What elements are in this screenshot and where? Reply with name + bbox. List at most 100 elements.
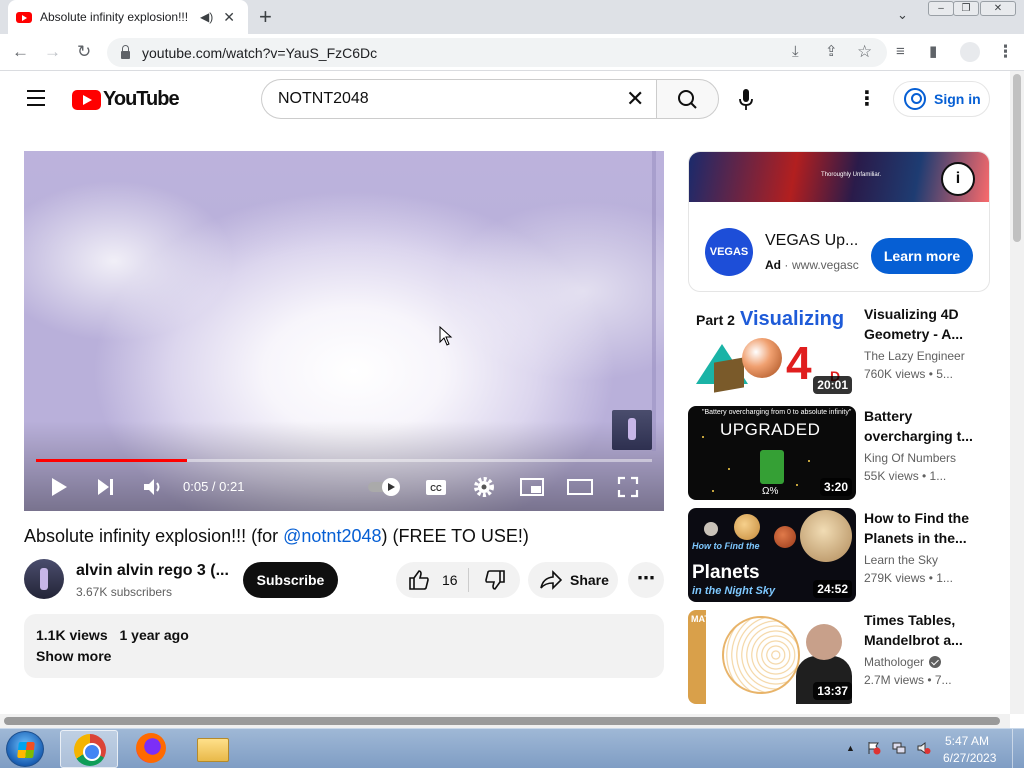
tray-expand-icon[interactable]: ▲ (846, 743, 855, 753)
recommendation-title[interactable]: Times Tables, Mandelbrot a... (864, 610, 982, 650)
tab-close-icon[interactable]: ✕ (223, 9, 235, 26)
like-button[interactable]: 16 (396, 562, 468, 598)
share-page-icon[interactable]: ⇪ (825, 41, 838, 63)
hamburger-menu-icon[interactable] (27, 90, 45, 106)
video-duration: 13:37 (813, 682, 852, 700)
autoplay-toggle-icon[interactable] (367, 477, 403, 497)
clock-time[interactable]: 5:47 AM (945, 734, 989, 748)
arrow-right-icon[interactable]: → (44, 41, 61, 63)
speaker-muted-icon[interactable] (917, 741, 931, 755)
arrow-left-icon[interactable]: ← (12, 41, 29, 63)
channel-watermark[interactable] (612, 410, 652, 450)
title-line: Visualizing 4D (864, 306, 959, 322)
recommendation-item[interactable]: How to Find the Planets in the Night Sky… (688, 508, 990, 602)
window-minimize-button[interactable]: – (928, 1, 954, 16)
info-icon[interactable]: i (941, 162, 975, 196)
share-button[interactable]: Share (528, 562, 618, 598)
vertical-scrollbar-thumb[interactable] (1013, 74, 1021, 242)
show-desktop-button[interactable] (1012, 729, 1024, 769)
taskbar-firefox[interactable] (122, 730, 180, 768)
thumbnail-text: MATHOLOGER (691, 614, 756, 624)
search-button[interactable] (656, 79, 719, 119)
sphere-shape (742, 338, 782, 378)
reload-icon[interactable]: ↻ (77, 41, 91, 63)
new-tab-button[interactable]: + (259, 4, 272, 30)
recommendation-title[interactable]: How to Find the Planets in the... (864, 508, 982, 548)
recommendation-thumbnail[interactable]: MATHOLOGER 13:37 (688, 610, 856, 704)
gear-icon[interactable] (472, 475, 496, 499)
share-label: Share (570, 572, 609, 588)
taskbar-chrome[interactable] (60, 730, 118, 768)
windows-logo-icon (17, 742, 35, 758)
media-controls-icon[interactable]: ≡ (896, 41, 905, 63)
network-icon[interactable] (892, 741, 906, 755)
recommendation-channel[interactable]: Mathologer (864, 655, 942, 669)
sign-in-button[interactable]: Sign in (893, 81, 990, 117)
start-button[interactable] (6, 731, 44, 767)
dislike-button[interactable] (469, 562, 520, 598)
thumbnail-text: How to Find the (692, 541, 760, 551)
lock-icon[interactable] (121, 44, 130, 59)
volume-icon[interactable] (141, 475, 165, 499)
description-box[interactable]: 1.1K views 1 year ago Show more (24, 614, 664, 678)
theater-mode-icon[interactable] (566, 475, 594, 499)
progress-bar[interactable] (36, 459, 652, 462)
channel-name[interactable]: alvin alvin rego 3 (... (76, 562, 229, 580)
window-close-button[interactable]: ✕ (980, 1, 1016, 16)
subscriber-count: 3.67K subscribers (76, 585, 173, 599)
search-input[interactable] (278, 90, 618, 108)
settings-more-icon[interactable]: ⋮ (857, 88, 877, 110)
subscribe-button[interactable]: Subscribe (243, 562, 338, 598)
closed-captions-icon[interactable]: CC (424, 475, 448, 499)
recommendation-channel[interactable]: The Lazy Engineer (864, 349, 965, 363)
microphone-icon[interactable] (738, 89, 754, 111)
recommendation-thumbnail[interactable]: How to Find the Planets in the Night Sky… (688, 508, 856, 602)
tab-search-chevron-icon[interactable]: ⌄ (897, 7, 908, 23)
learn-more-button[interactable]: Learn more (871, 238, 973, 274)
search-box[interactable] (261, 79, 657, 119)
side-panel-icon[interactable]: ▮ (929, 41, 937, 63)
channel-avatar[interactable] (24, 559, 64, 599)
address-bar[interactable]: youtube.com/watch?v=YauS_FzC6Dc (107, 38, 887, 67)
recommendation-item[interactable]: MATHOLOGER 13:37 Times Tables, Mandelbrot… (688, 610, 990, 704)
video-duration: 3:20 (819, 478, 852, 496)
advertiser-logo[interactable]: VEGAS (705, 228, 753, 276)
recommendation-item[interactable]: Part 2 Visualizing 4 D 20:01 Visualizing… (688, 304, 990, 398)
window-restore-button[interactable]: ❐ (953, 1, 979, 16)
ad-title[interactable]: VEGAS Up... (765, 232, 858, 250)
profile-avatar-icon[interactable] (960, 42, 980, 62)
browser-tab-active[interactable]: Absolute infinity explosion!!! ◀) ✕ (8, 0, 248, 34)
next-video-icon[interactable] (95, 475, 117, 499)
install-app-icon[interactable]: ⤓ (792, 41, 799, 63)
recommendation-item[interactable]: "Battery overcharging from 0 to absolute… (688, 406, 990, 500)
clock-date[interactable]: 6/27/2023 (943, 751, 996, 765)
action-center-flag-icon[interactable] (867, 741, 881, 755)
upload-age: 1 year ago (119, 627, 189, 643)
recommendation-thumbnail[interactable]: "Battery overcharging from 0 to absolute… (688, 406, 856, 500)
show-more-link[interactable]: Show more (36, 648, 652, 664)
play-icon[interactable] (48, 475, 70, 499)
planet-shape (774, 526, 796, 548)
video-player[interactable]: 0:05 / 0:21 CC (24, 151, 664, 511)
recommendation-thumbnail[interactable]: Part 2 Visualizing 4 D 20:01 (688, 304, 856, 398)
browser-menu-icon[interactable]: ⋮ (997, 41, 1014, 63)
clear-search-icon[interactable]: ✕ (626, 87, 644, 111)
windows-taskbar: ▲ 5:47 AM 6/27/2023 (0, 728, 1024, 769)
youtube-logo[interactable]: YouTube (72, 88, 180, 111)
horizontal-scrollbar-thumb[interactable] (4, 717, 1000, 725)
channel-mention-link[interactable]: @notnt2048 (283, 526, 381, 546)
fullscreen-icon[interactable] (616, 475, 640, 499)
speaker-icon[interactable]: ◀) (200, 10, 213, 24)
recommendation-channel[interactable]: King Of Numbers (864, 451, 956, 465)
time-display: 0:05 / 0:21 (183, 479, 245, 494)
recommendation-title[interactable]: Battery overcharging t... (864, 406, 982, 446)
ad-url: www.vegasc (792, 258, 859, 272)
thumbs-up-icon (409, 570, 429, 590)
bookmark-star-icon[interactable]: ☆ (857, 41, 872, 63)
recommendation-channel[interactable]: Learn the Sky (864, 553, 938, 567)
more-actions-button[interactable]: ⋯ (628, 562, 664, 598)
miniplayer-icon[interactable] (519, 475, 545, 499)
taskbar-file-explorer[interactable] (184, 730, 242, 768)
ad-card[interactable]: Thoroughly Unfamiliar. i VEGAS VEGAS Up.… (688, 151, 990, 292)
recommendation-title[interactable]: Visualizing 4D Geometry - A... (864, 304, 982, 344)
